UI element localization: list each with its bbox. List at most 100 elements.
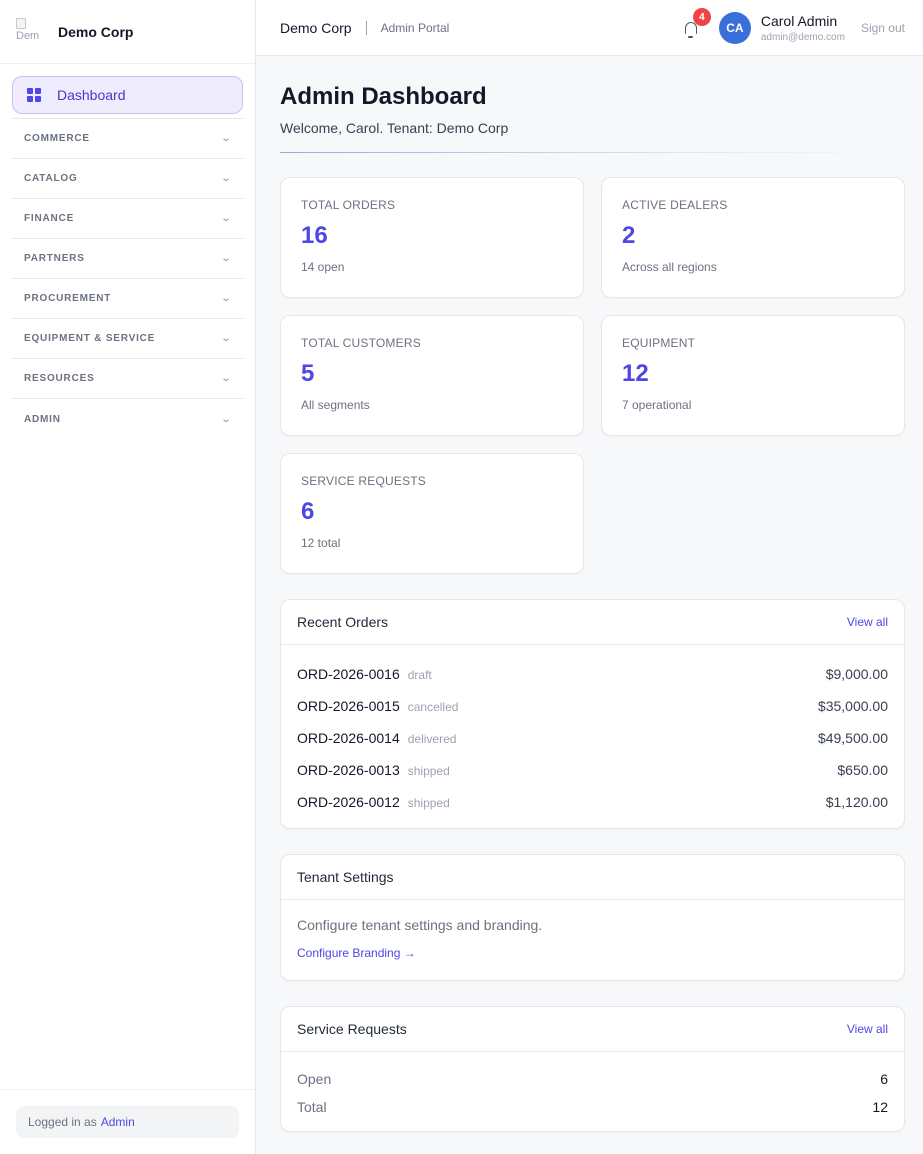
stat-value: 12	[622, 360, 649, 387]
card-header: Recent Orders View all	[281, 600, 904, 645]
nav-group-equipment-service[interactable]: EQUIPMENT & SERVICE ⌄	[12, 319, 243, 359]
chevron-down-icon: ⌄	[220, 133, 233, 144]
sidebar: Dem Demo Corp Dashboard COMMERCE ⌄ CATALO…	[0, 0, 256, 1154]
stat-value: 2	[622, 222, 636, 249]
nav-group-catalog[interactable]: CATALOG ⌄	[12, 159, 243, 199]
stat-subtext: All segments	[301, 398, 370, 412]
logged-in-role[interactable]: Admin	[101, 1115, 135, 1129]
order-row[interactable]: ORD-2026-0012 shipped $1,120.00	[297, 786, 888, 818]
order-amount: $9,000.00	[825, 666, 888, 682]
nav-group-label: FINANCE	[24, 213, 75, 224]
order-row[interactable]: ORD-2026-0013 shipped $650.00	[297, 754, 888, 786]
order-row[interactable]: ORD-2026-0014 delivered $49,500.00	[297, 722, 888, 754]
stat-card-active-dealers[interactable]: ACTIVE DEALERS 2 Across all regions	[601, 177, 905, 298]
stats-grid: TOTAL ORDERS 16 14 open ACTIVE DEALERS 2…	[280, 177, 905, 575]
stat-subtext: 14 open	[301, 260, 345, 274]
summary-value: 6	[880, 1071, 888, 1087]
summary-value: 12	[872, 1099, 888, 1115]
user-name: Carol Admin	[760, 13, 838, 29]
nav-group-resources[interactable]: RESOURCES ⌄	[12, 359, 243, 399]
avatar[interactable]: CA	[718, 12, 751, 44]
user-email: admin@demo.com	[760, 32, 845, 43]
brand[interactable]: Dem Demo Corp	[0, 0, 255, 64]
sign-out-button[interactable]: Sign out	[861, 21, 905, 35]
nav-group-label: PARTNERS	[24, 253, 85, 264]
chevron-down-icon: ⌄	[220, 413, 233, 425]
nav-group-label: COMMERCE	[24, 133, 90, 144]
card-title: Recent Orders	[297, 614, 389, 630]
stat-card-service-requests[interactable]: SERVICE REQUESTS 6 12 total	[280, 453, 584, 574]
order-id: ORD-2026-0016	[297, 666, 400, 682]
tenant-settings-description: Configure tenant settings and branding.	[297, 917, 543, 933]
card-header: Tenant Settings	[281, 855, 904, 900]
nav-group-commerce[interactable]: COMMERCE ⌄	[12, 119, 243, 159]
brand-logo: Dem	[16, 16, 48, 48]
nav-group-label: PROCUREMENT	[24, 293, 112, 304]
title-divider	[280, 152, 885, 153]
order-status: shipped	[407, 796, 450, 810]
order-amount: $49,500.00	[817, 730, 888, 746]
header-user-area: 4 CA Carol Admin admin@demo.com Sign out	[681, 0, 905, 56]
orders-list: ORD-2026-0016 draft $9,000.00 ORD-2026-00…	[281, 645, 904, 828]
tenant-settings-card: Tenant Settings Configure tenant setting…	[280, 854, 905, 981]
service-requests-card: Service Requests View all Open 6 Total 1…	[280, 1006, 905, 1132]
view-all-orders-link[interactable]: View all	[847, 615, 888, 629]
summary-row: Total 12	[297, 1093, 888, 1121]
stat-label: SERVICE REQUESTS	[301, 474, 427, 488]
sidebar-item-dashboard[interactable]: Dashboard	[12, 76, 243, 114]
order-amount: $35,000.00	[817, 698, 888, 714]
view-all-service-requests-link[interactable]: View all	[847, 1022, 888, 1036]
nav-group-partners[interactable]: PARTNERS ⌄	[12, 239, 243, 279]
nav-group-label: ADMIN	[24, 413, 61, 425]
brand-name: Demo Corp	[58, 23, 134, 40]
order-status: shipped	[407, 764, 450, 778]
stat-card-total-orders[interactable]: TOTAL ORDERS 16 14 open	[280, 177, 584, 298]
stat-subtext: Across all regions	[622, 260, 717, 274]
stat-card-total-customers[interactable]: TOTAL CUSTOMERS 5 All segments	[280, 315, 584, 436]
nav-group-procurement[interactable]: PROCUREMENT ⌄	[12, 279, 243, 319]
stat-value: 5	[301, 360, 315, 387]
summary-row: Open 6	[297, 1065, 888, 1093]
nav-group-admin[interactable]: ADMIN ⌄	[12, 399, 243, 439]
chevron-down-icon: ⌄	[220, 293, 233, 304]
chevron-down-icon: ⌄	[220, 253, 233, 264]
order-status: cancelled	[407, 700, 459, 714]
stat-value: 16	[301, 222, 328, 249]
configure-branding-link[interactable]: Configure Branding →	[297, 946, 416, 960]
summary-label: Open	[297, 1071, 332, 1087]
top-bar: Demo Corp Admin Portal 4 CA Carol Admin …	[256, 0, 923, 56]
grid-icon	[27, 88, 41, 102]
stat-label: EQUIPMENT	[622, 336, 696, 350]
service-requests-summary: Open 6 Total 12	[281, 1052, 904, 1131]
order-row[interactable]: ORD-2026-0015 cancelled $35,000.00	[297, 690, 888, 722]
notifications-button[interactable]: 4	[681, 8, 711, 38]
broken-image-icon	[16, 17, 26, 29]
tenant-settings-body: Configure tenant settings and branding. …	[281, 900, 904, 980]
header-divider	[365, 20, 367, 35]
sidebar-footer: Logged in as Admin	[0, 1089, 255, 1154]
stat-label: TOTAL CUSTOMERS	[301, 336, 421, 350]
chevron-down-icon: ⌄	[220, 213, 233, 224]
brand-logo-alt: Dem	[16, 29, 40, 42]
nav-group-finance[interactable]: FINANCE ⌄	[12, 199, 243, 239]
page-subtitle: Welcome, Carol. Tenant: Demo Corp	[280, 120, 509, 136]
order-row[interactable]: ORD-2026-0016 draft $9,000.00	[297, 658, 888, 690]
recent-orders-card: Recent Orders View all ORD-2026-0016 draf…	[280, 599, 905, 829]
nav-group-label: CATALOG	[24, 173, 78, 184]
stat-subtext: 7 operational	[622, 398, 692, 412]
stat-value: 6	[301, 498, 315, 525]
order-id: ORD-2026-0012	[297, 794, 400, 810]
order-status: delivered	[407, 732, 457, 746]
order-id: ORD-2026-0013	[297, 762, 400, 778]
bell-icon	[684, 22, 697, 38]
stat-label: TOTAL ORDERS	[301, 198, 396, 212]
user-info: Carol Admin admin@demo.com	[761, 13, 845, 43]
nav-group-label: EQUIPMENT & SERVICE	[24, 333, 156, 344]
order-id: ORD-2026-0014	[297, 730, 400, 746]
sidebar-item-label: Dashboard	[57, 87, 126, 103]
order-status: draft	[407, 668, 432, 682]
stat-card-equipment[interactable]: EQUIPMENT 12 7 operational	[601, 315, 905, 436]
page-title: Admin Dashboard	[280, 83, 487, 110]
chevron-down-icon: ⌄	[220, 333, 233, 344]
header-portal-label: Admin Portal	[380, 20, 450, 35]
